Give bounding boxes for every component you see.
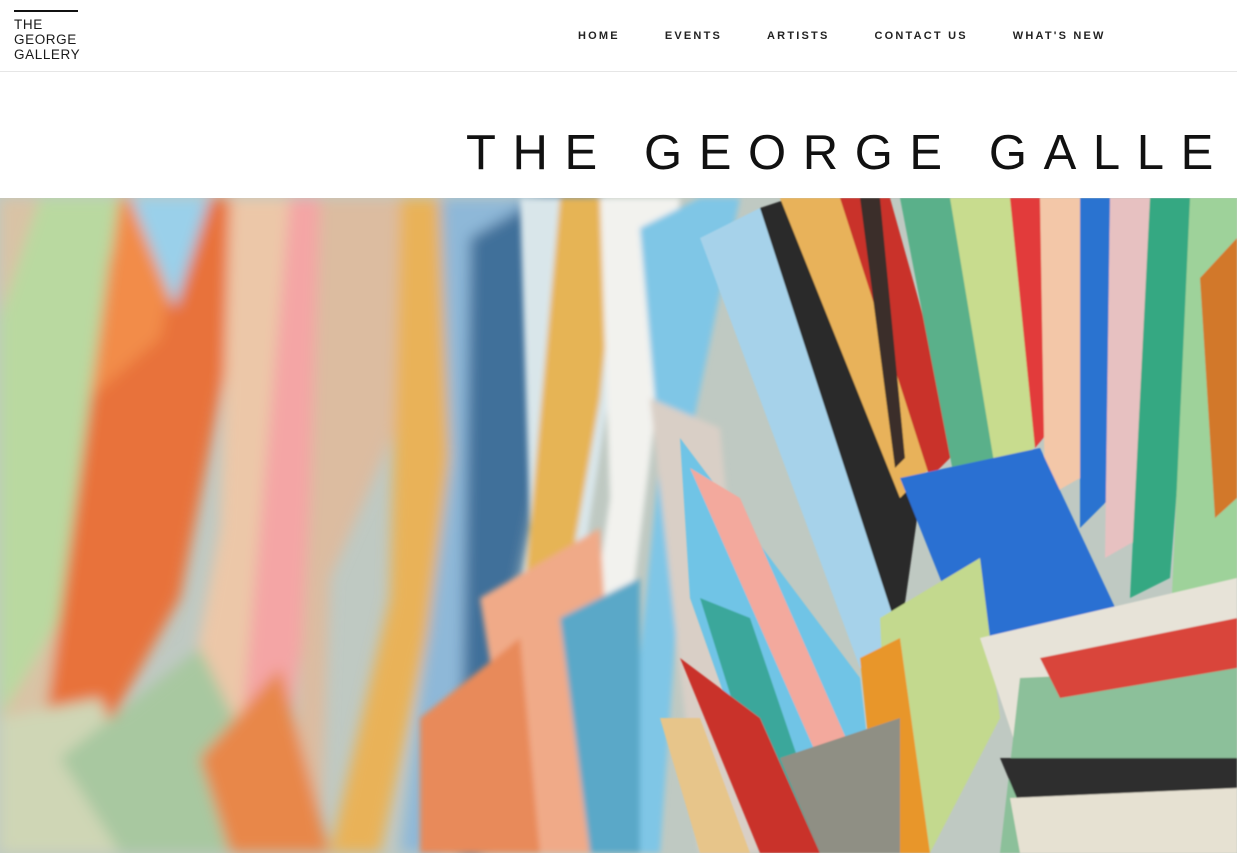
nav-events[interactable]: EVENTS <box>665 30 722 42</box>
hero-image <box>0 198 1237 853</box>
main-nav: HOME EVENTS ARTISTS CONTACT US WHAT'S NE… <box>578 0 1106 72</box>
abstract-painting-image <box>0 198 1237 853</box>
page-title: THE GEORGE GALLERY <box>466 127 1226 179</box>
logo-line: GALLERY <box>14 47 81 62</box>
nav-home[interactable]: HOME <box>578 30 620 42</box>
nav-artists[interactable]: ARTISTS <box>767 30 829 42</box>
nav-contact-us[interactable]: CONTACT US <box>875 30 968 42</box>
nav-whats-new[interactable]: WHAT'S NEW <box>1013 30 1106 42</box>
logo-line: THE <box>14 17 43 32</box>
gallery-logo[interactable]: THE GEORGE GALLERY <box>14 10 80 62</box>
logo-rule <box>14 10 78 12</box>
logo-line: GEORGE <box>14 32 77 47</box>
site-header: THE GEORGE GALLERY HOME EVENTS ARTISTS C… <box>0 0 1237 72</box>
